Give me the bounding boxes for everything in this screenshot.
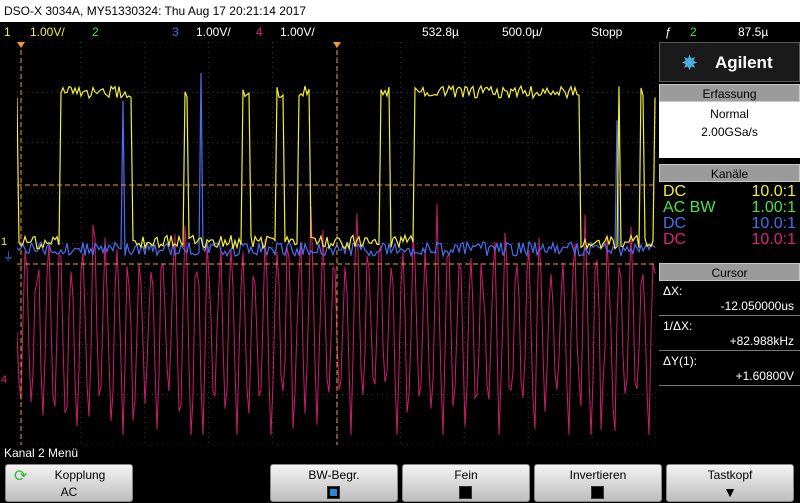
bw-limit-checkbox[interactable] [327, 486, 340, 499]
ch1-label[interactable]: 1 [4, 22, 11, 42]
waveform-canvas[interactable] [17, 42, 656, 445]
ch3-trace [17, 72, 656, 259]
channel-row-3[interactable]: DC 10.0:1 [659, 216, 800, 232]
dx-label: ΔX: [663, 284, 683, 298]
agilent-spark-icon: ✵ [682, 53, 698, 73]
ground-icon: ⏚ [3, 251, 14, 263]
acquisition-mode: Normal [710, 107, 749, 121]
trigger-icon: ƒ [665, 25, 672, 39]
trigger-marker-center [333, 42, 341, 48]
acquisition-panel: Erfassung Normal 2.00GSa/s [659, 84, 800, 158]
bw-limit-label: BW-Begr. [308, 468, 360, 482]
cursor-panel: Cursor ΔX: -12.050000us 1/ΔX: +82.988kHz… [659, 263, 800, 386]
submenu-arrow-icon: ▼ [723, 484, 737, 500]
probe-label: Tastkopf [707, 468, 753, 482]
dy-value: +1.60800V [659, 368, 800, 386]
channels-header: Kanäle [659, 164, 800, 182]
trigger-channel[interactable]: 2 [690, 22, 697, 42]
ch3-label[interactable]: 3 [172, 22, 179, 42]
brand-logo: ✵ Agilent [659, 42, 800, 82]
ch2-label[interactable]: 2 [92, 22, 99, 42]
ch1-scale[interactable]: 1.00V/ [30, 22, 65, 42]
ch4-label[interactable]: 4 [256, 22, 263, 42]
dx-value: -12.050000us [659, 298, 800, 316]
rotate-knob-icon: ⟳ [14, 468, 28, 485]
ch4-scale[interactable]: 1.00V/ [280, 22, 315, 42]
waveform-display[interactable] [17, 42, 656, 445]
status-bar: 1 1.00V/ 2 3 1.00V/ 4 1.00V/ 532.8µ 500.… [0, 22, 800, 42]
bw-limit-softkey[interactable]: BW-Begr. [270, 464, 398, 502]
coupling-softkey[interactable]: ⟳ Kopplung AC [5, 464, 133, 502]
time-delay[interactable]: 532.8µ [422, 22, 459, 42]
timebase[interactable]: 500.0µ/ [502, 22, 542, 42]
run-state[interactable]: Stopp [591, 22, 622, 42]
fine-checkbox[interactable] [459, 486, 472, 499]
dy-label: ΔY(1): [663, 354, 698, 368]
channel-row-2[interactable]: AC BW 1.00:1 [659, 200, 800, 216]
ch4-ground-marker[interactable]: 4 [1, 374, 7, 386]
channel-row-1[interactable]: DC 10.0:1 [659, 184, 800, 200]
channels-panel: Kanäle DC 10.0:1 AC BW 1.00:1 DC 10.0:1 DC 1… [659, 164, 800, 248]
side-panel: ✵ Agilent Erfassung Normal 2.00GSa/s Kan… [659, 42, 800, 445]
trigger-marker-left [17, 42, 25, 48]
ch1-ground-marker[interactable]: 1 [1, 236, 7, 248]
coupling-value: AC [60, 485, 78, 499]
inv-dx-value: +82.988kHz [659, 333, 800, 351]
acquisition-header: Erfassung [659, 84, 800, 102]
sample-rate: 2.00GSa/s [701, 125, 758, 139]
brand-name: Agilent [715, 53, 773, 72]
invert-softkey[interactable]: Invertieren [534, 464, 662, 502]
ch3-scale[interactable]: 1.00V/ [196, 22, 231, 42]
menu-title: Kanal 2 Menü [0, 445, 800, 461]
inv-dx-label: 1/ΔX: [663, 319, 693, 333]
channel-row-4[interactable]: DC 10.0:1 [659, 232, 800, 248]
window-title: DSO-X 3034A, MY51330324: Thu Aug 17 20:2… [0, 0, 800, 22]
fine-label: Fein [454, 468, 478, 482]
softkey-bar: ⟳ Kopplung AC BW-Begr. Fein Invertieren … [0, 461, 800, 503]
cursor-header: Cursor [659, 263, 800, 281]
invert-label: Invertieren [569, 468, 627, 482]
fine-softkey[interactable]: Fein [402, 464, 530, 502]
probe-softkey[interactable]: Tastkopf ▼ [666, 464, 794, 502]
invert-checkbox[interactable] [591, 486, 604, 499]
trigger-level[interactable]: 87.5µ [738, 22, 768, 42]
